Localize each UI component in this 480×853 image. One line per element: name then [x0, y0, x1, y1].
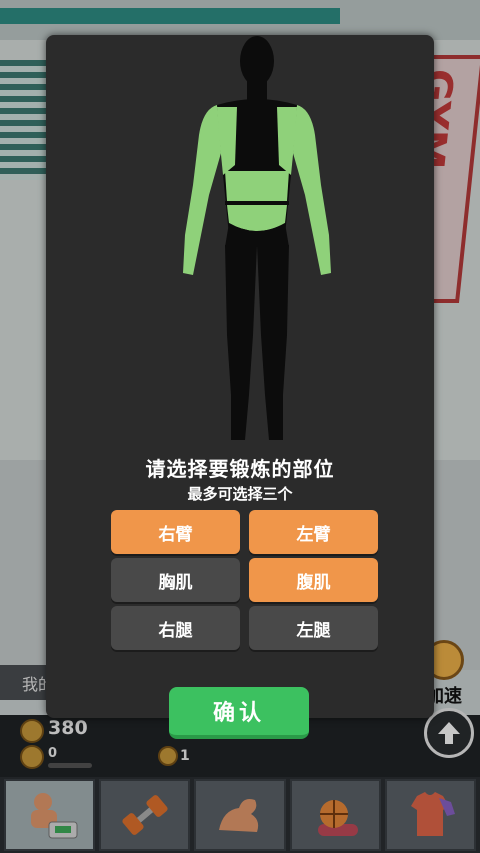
option-chest[interactable]: 胸肌 [111, 558, 240, 602]
body-figure-icon [183, 36, 331, 440]
option-label: 右腿 [158, 620, 193, 641]
option-left-arm[interactable]: 左臂 [249, 510, 378, 554]
body-part-select-dialog: 请选择要锻炼的部位 最多可选择三个 右臂 左臂 胸肌 腹肌 右腿 左腿 确认 [46, 35, 434, 739]
option-label: 左臂 [296, 524, 331, 545]
confirm-label: 确认 [212, 701, 265, 726]
option-label: 右臂 [158, 524, 193, 545]
dialog-title: 请选择要锻炼的部位 [145, 457, 335, 481]
confirm-button[interactable]: 确认 [169, 687, 309, 739]
dialog-subtitle: 最多可选择三个 [187, 485, 293, 503]
option-label: 左腿 [296, 620, 331, 641]
option-right-leg[interactable]: 右腿 [111, 606, 240, 650]
option-right-arm[interactable]: 右臂 [111, 510, 240, 554]
option-left-leg[interactable]: 左腿 [249, 606, 378, 650]
option-label: 胸肌 [158, 572, 193, 593]
option-abs[interactable]: 腹肌 [249, 558, 378, 602]
option-label: 腹肌 [296, 572, 331, 593]
